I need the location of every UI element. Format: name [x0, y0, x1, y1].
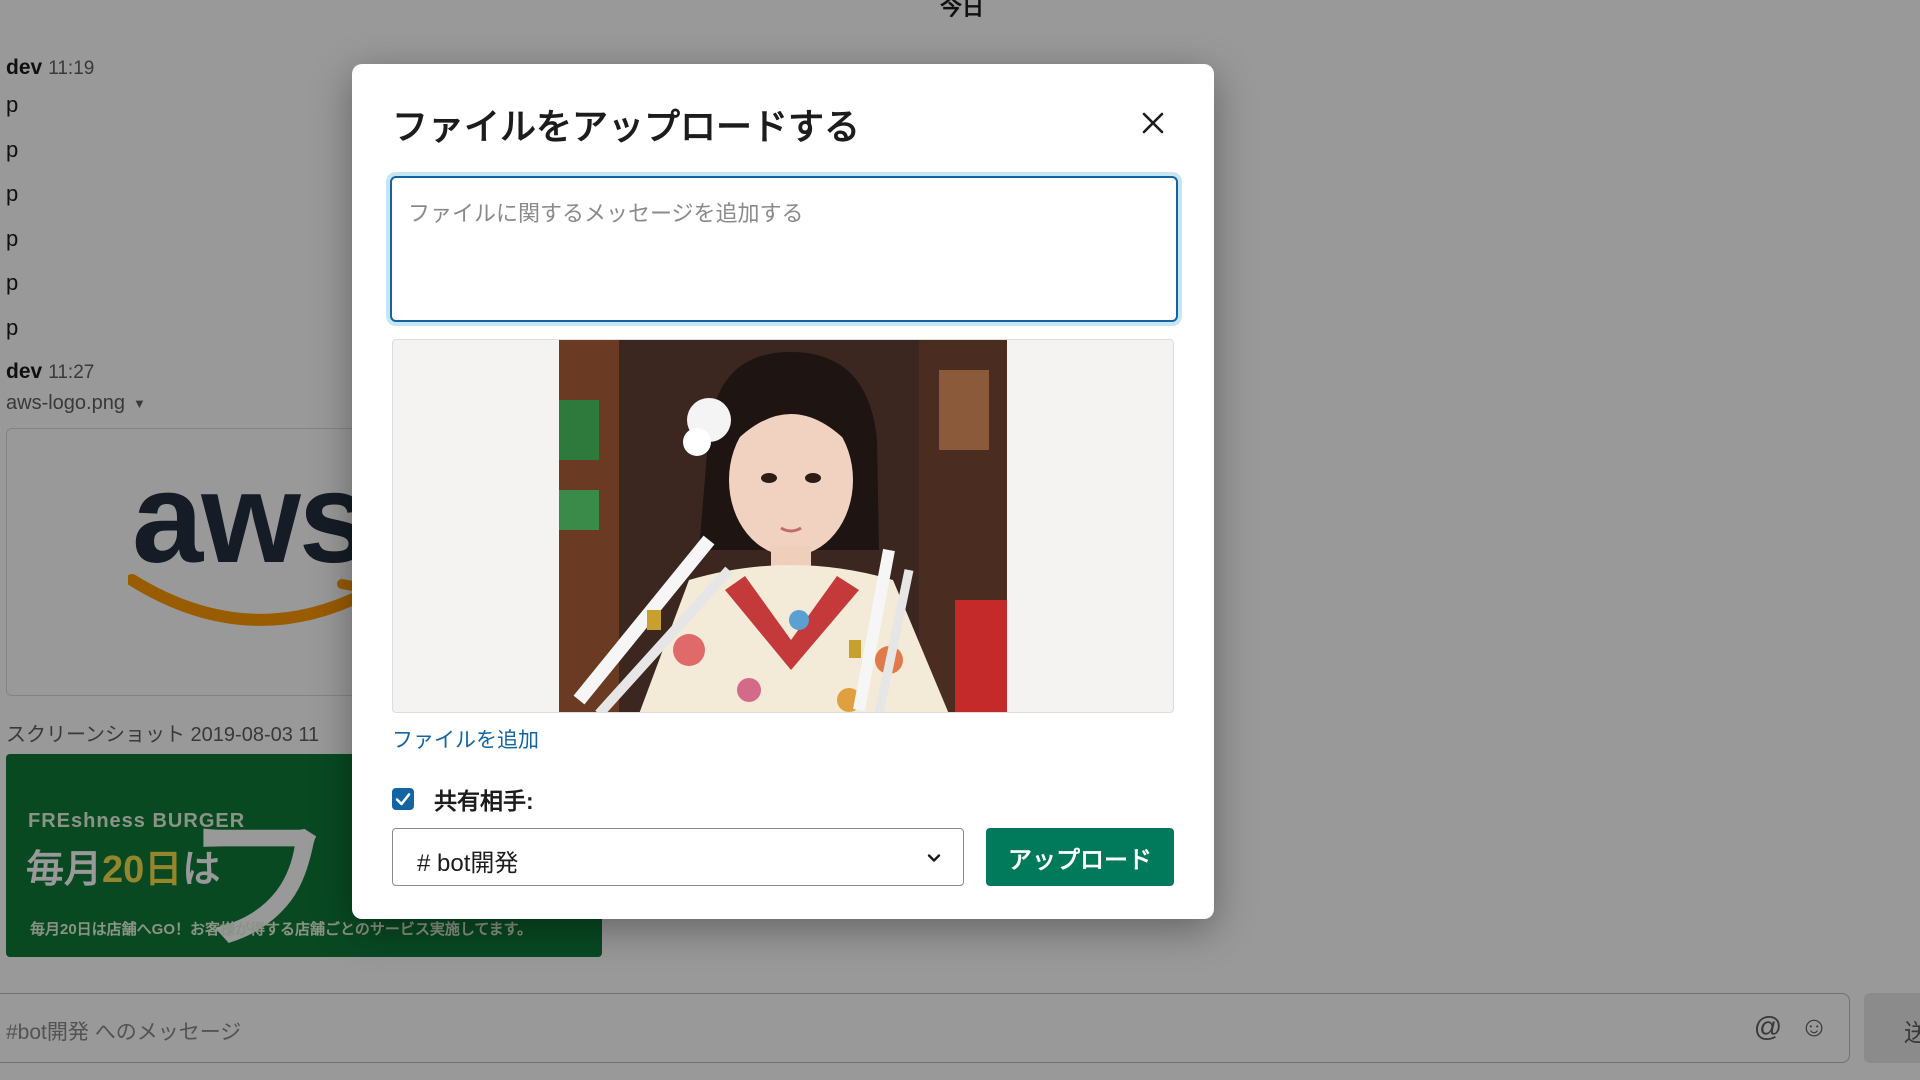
- upload-file-modal: ファイルをアップロードする ファイルに関するメッセージを追加する ファイルを追加…: [352, 64, 1214, 919]
- modal-title: ファイルをアップロードする: [392, 106, 861, 147]
- channel-select[interactable]: # bot開発: [392, 828, 964, 886]
- upload-button[interactable]: アップロード: [986, 828, 1174, 886]
- share-row: 共有相手:: [392, 784, 534, 814]
- channel-select-value: # bot開発: [417, 850, 519, 877]
- share-label: 共有相手:: [434, 788, 534, 814]
- add-file-link[interactable]: ファイルを追加: [392, 724, 539, 754]
- uploaded-photo: [559, 340, 1007, 712]
- close-icon: [1142, 112, 1164, 134]
- share-checkbox[interactable]: [392, 788, 414, 810]
- close-button[interactable]: [1132, 102, 1174, 144]
- file-message-input[interactable]: [390, 176, 1178, 322]
- chevron-down-icon: [927, 854, 941, 862]
- file-preview: [392, 339, 1174, 713]
- check-icon: [395, 793, 411, 806]
